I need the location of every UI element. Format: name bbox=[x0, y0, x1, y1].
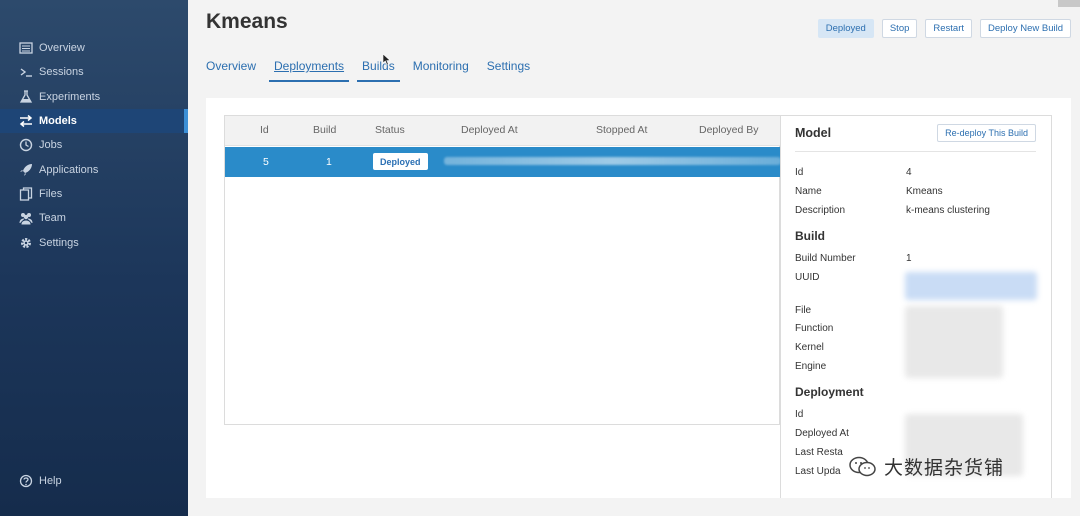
restart-button[interactable]: Restart bbox=[925, 19, 973, 38]
sidebar-item-jobs[interactable]: Jobs bbox=[0, 133, 188, 157]
deploy-new-build-button[interactable]: Deploy New Build bbox=[980, 19, 1071, 38]
files-icon bbox=[18, 187, 34, 201]
column-header-deployed-at[interactable]: Deployed At bbox=[461, 124, 518, 136]
sidebar-item-label: Sessions bbox=[39, 66, 84, 79]
column-header-id[interactable]: Id bbox=[260, 124, 269, 136]
detail-title: Model bbox=[795, 126, 832, 140]
column-header-status[interactable]: Status bbox=[375, 124, 405, 136]
deployed-at-label: Deployed At bbox=[795, 428, 849, 439]
sidebar-item-label: Settings bbox=[39, 236, 79, 249]
model-id-value: 4 bbox=[906, 167, 912, 178]
sidebar-item-experiments[interactable]: Experiments bbox=[0, 85, 188, 109]
mouse-cursor-icon bbox=[383, 54, 391, 66]
sidebar-item-label: Files bbox=[39, 187, 63, 200]
build-section-heading: Build bbox=[795, 229, 825, 243]
tab-deployments[interactable]: Deployments bbox=[269, 59, 350, 83]
deployed-status-badge: Deployed bbox=[817, 19, 874, 38]
redacted-row-data bbox=[444, 157, 781, 165]
gear-icon bbox=[18, 236, 34, 250]
column-header-deployed-by[interactable]: Deployed By bbox=[699, 124, 759, 136]
sidebar-item-label: Applications bbox=[39, 163, 99, 176]
function-label: Function bbox=[795, 323, 834, 334]
flask-icon bbox=[18, 90, 34, 104]
file-label: File bbox=[795, 305, 812, 316]
model-detail-panel: Model Re-deploy This Build Id 4 Name Kme… bbox=[780, 115, 1052, 498]
redacted-uuid bbox=[905, 272, 1037, 300]
sidebar-item-team[interactable]: Team bbox=[0, 206, 188, 230]
tab-overview[interactable]: Overview bbox=[206, 59, 256, 83]
help-label: Help bbox=[39, 475, 62, 487]
deployment-id-label: Id bbox=[795, 409, 804, 420]
redacted-build-details bbox=[905, 306, 1003, 378]
header-actions: Deployed Stop Restart Deploy New Build bbox=[817, 19, 1071, 38]
sidebar-item-label: Jobs bbox=[39, 139, 63, 152]
tab-settings[interactable]: Settings bbox=[487, 59, 530, 83]
column-header-stopped-at[interactable]: Stopped At bbox=[596, 124, 647, 136]
sidebar-item-label: Team bbox=[39, 212, 66, 225]
watermark: 大数据杂货铺 bbox=[848, 453, 1004, 480]
sidebar-item-applications[interactable]: Applications bbox=[0, 157, 188, 181]
last-update-label: Last Upda bbox=[795, 466, 841, 477]
stop-button[interactable]: Stop bbox=[881, 19, 918, 38]
column-header-build[interactable]: Build bbox=[313, 124, 336, 136]
sidebar: Overview Sessions Experiments Models Job… bbox=[0, 0, 188, 516]
sidebar-item-models[interactable]: Models bbox=[0, 108, 188, 134]
redeploy-build-button[interactable]: Re-deploy This Build bbox=[937, 124, 1036, 142]
sidebar-nav: Overview Sessions Experiments Models Job… bbox=[0, 36, 188, 255]
engine-label: Engine bbox=[795, 361, 827, 372]
model-name-value: Kmeans bbox=[906, 186, 943, 197]
status-badge: Deployed bbox=[373, 153, 428, 170]
model-name-label: Name bbox=[795, 186, 822, 197]
sidebar-item-label: Overview bbox=[39, 42, 85, 55]
rocket-icon bbox=[18, 163, 34, 177]
question-icon bbox=[18, 474, 34, 488]
sidebar-item-files[interactable]: Files bbox=[0, 182, 188, 206]
last-restart-label: Last Resta bbox=[795, 447, 843, 458]
sidebar-item-label: Models bbox=[39, 115, 77, 128]
uuid-label: UUID bbox=[795, 272, 820, 283]
watermark-text: 大数据杂货铺 bbox=[884, 458, 1005, 479]
tab-bar: Overview Deployments Builds Monitoring S… bbox=[206, 59, 548, 83]
model-description-label: Description bbox=[795, 205, 846, 216]
terminal-icon bbox=[18, 65, 34, 79]
model-description-value: k-means clustering bbox=[906, 205, 990, 216]
build-number-label: Build Number bbox=[795, 253, 856, 264]
cell-build: 1 bbox=[326, 156, 332, 168]
table-header: Id Build Status Deployed At Stopped At D… bbox=[225, 116, 781, 146]
scrollbar-thumb[interactable] bbox=[1058, 0, 1080, 7]
team-icon bbox=[18, 211, 34, 225]
deployment-section-heading: Deployment bbox=[795, 385, 864, 399]
sidebar-item-overview[interactable]: Overview bbox=[0, 36, 188, 60]
clock-icon bbox=[18, 138, 34, 152]
page-title: Kmeans bbox=[206, 10, 288, 33]
sidebar-item-sessions[interactable]: Sessions bbox=[0, 60, 188, 84]
table-row[interactable]: 5 1 Deployed bbox=[225, 147, 781, 177]
divider bbox=[795, 151, 1036, 152]
deployments-table: Id Build Status Deployed At Stopped At D… bbox=[224, 115, 781, 425]
sidebar-item-label: Experiments bbox=[39, 90, 101, 103]
wechat-icon bbox=[849, 456, 876, 476]
list-icon bbox=[18, 41, 34, 55]
cell-id: 5 bbox=[263, 156, 269, 168]
kernel-label: Kernel bbox=[795, 342, 824, 353]
model-id-label: Id bbox=[795, 167, 804, 178]
build-number-value: 1 bbox=[906, 253, 912, 264]
content-panel: Id Build Status Deployed At Stopped At D… bbox=[206, 98, 1071, 498]
sidebar-item-settings[interactable]: Settings bbox=[0, 230, 188, 254]
tab-monitoring[interactable]: Monitoring bbox=[413, 59, 469, 83]
help-link[interactable]: Help bbox=[18, 474, 62, 488]
arrows-icon bbox=[18, 114, 34, 128]
